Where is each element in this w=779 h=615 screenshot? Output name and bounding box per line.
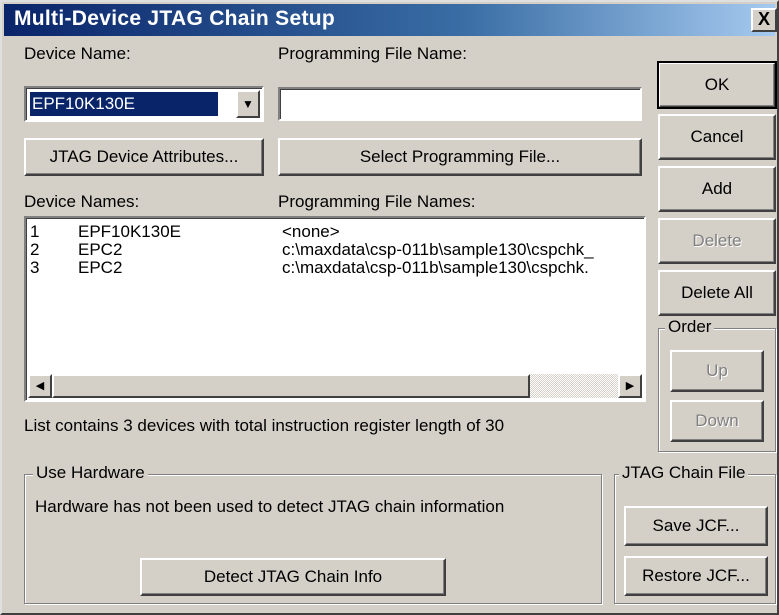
device-name-select[interactable]: EPF10K130E ▼ xyxy=(24,86,264,122)
select-programming-file-button[interactable]: Select Programming File... xyxy=(278,138,642,176)
list-item-index: 1 xyxy=(30,222,40,241)
delete-button[interactable]: Delete xyxy=(658,218,776,264)
list-item-file: <none> xyxy=(282,222,340,241)
list-item-index: 3 xyxy=(30,258,40,277)
scrollbar-track[interactable] xyxy=(530,374,618,398)
list-item-device: EPC2 xyxy=(78,240,123,259)
restore-jcf-button[interactable]: Restore JCF... xyxy=(624,556,768,596)
programming-file-name-label: Programming File Name: xyxy=(278,44,467,63)
save-jcf-button[interactable]: Save JCF... xyxy=(624,506,768,546)
hardware-message: Hardware has not been used to detect JTA… xyxy=(35,497,505,516)
device-list[interactable]: 1 EPF10K130E <none> 2 EPC2 c:\maxdata\cs… xyxy=(24,216,646,402)
list-item-device: EPF10K130E xyxy=(78,222,182,241)
device-name-selected: EPF10K130E xyxy=(30,92,218,116)
programming-file-names-label: Programming File Names: xyxy=(278,192,476,211)
window-title: Multi-Device JTAG Chain Setup xyxy=(14,7,336,30)
cancel-button[interactable]: Cancel xyxy=(658,114,776,160)
jtag-chain-file-group-title: JTAG Chain File xyxy=(619,463,749,483)
list-item-file: c:\maxdata\csp-011b\sample130\cspchk. xyxy=(282,258,589,277)
list-item-index: 2 xyxy=(30,240,40,259)
dialog-window: Multi-Device JTAG Chain Setup X Device N… xyxy=(0,0,779,615)
list-item[interactable]: 2 EPC2 c:\maxdata\csp-011b\sample130\csp… xyxy=(26,240,644,260)
ok-button[interactable]: OK xyxy=(657,61,777,109)
device-names-label: Device Names: xyxy=(24,192,140,211)
down-button[interactable]: Down xyxy=(670,400,764,442)
list-item[interactable]: 3 EPC2 c:\maxdata\csp-011b\sample130\csp… xyxy=(26,258,644,278)
list-item-file: c:\maxdata\csp-011b\sample130\cspchk_ xyxy=(282,240,594,259)
scroll-right-icon[interactable]: ▶ xyxy=(618,374,642,398)
title-bar[interactable]: Multi-Device JTAG Chain Setup X xyxy=(4,4,777,36)
delete-all-button[interactable]: Delete All xyxy=(658,270,776,316)
device-name-label: Device Name: xyxy=(24,44,131,63)
jtag-device-attributes-button[interactable]: JTAG Device Attributes... xyxy=(24,138,264,176)
order-group-title: Order xyxy=(665,317,715,337)
close-button[interactable]: X xyxy=(751,8,777,32)
list-status-text: List contains 3 devices with total instr… xyxy=(24,416,505,435)
scroll-left-icon[interactable]: ◀ xyxy=(28,374,52,398)
horizontal-scrollbar[interactable]: ◀ ▶ xyxy=(28,374,642,398)
chevron-down-icon[interactable]: ▼ xyxy=(236,90,260,118)
up-button[interactable]: Up xyxy=(670,350,764,392)
use-hardware-group-title: Use Hardware xyxy=(33,463,148,483)
add-button[interactable]: Add xyxy=(658,166,776,212)
programming-file-name-input[interactable] xyxy=(278,87,642,121)
list-item[interactable]: 1 EPF10K130E <none> xyxy=(26,222,644,242)
list-item-device: EPC2 xyxy=(78,258,123,277)
scrollbar-thumb[interactable] xyxy=(52,374,530,398)
detect-jtag-chain-info-button[interactable]: Detect JTAG Chain Info xyxy=(140,558,446,596)
